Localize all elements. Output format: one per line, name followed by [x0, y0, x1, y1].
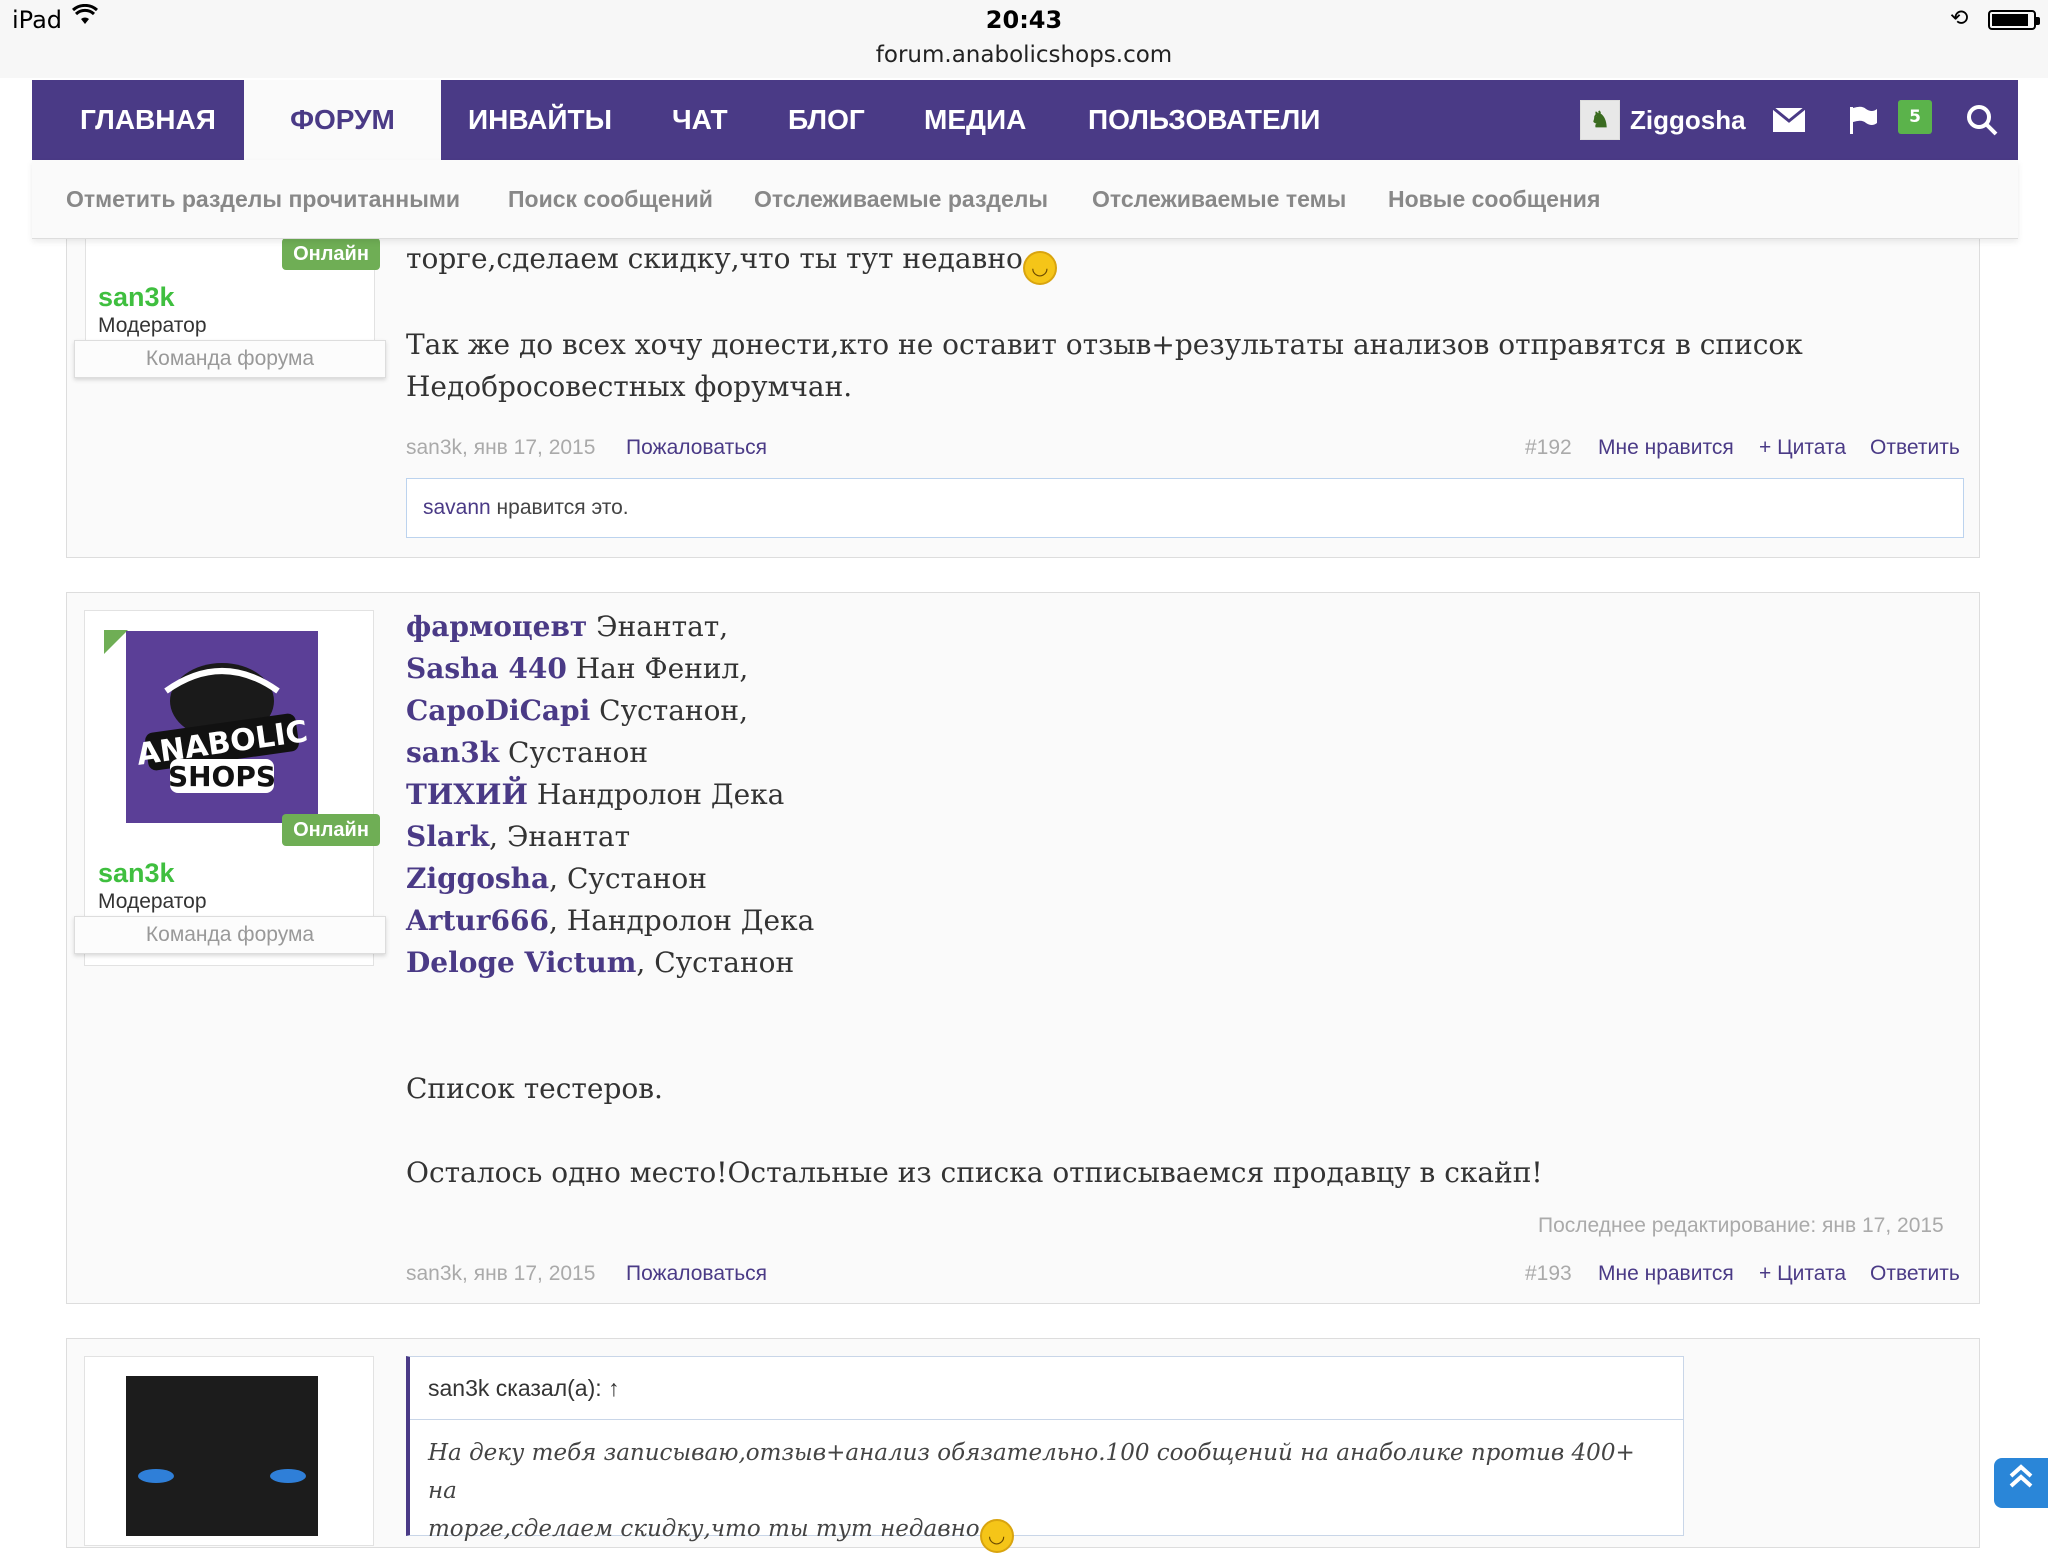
tester-name[interactable]: san3k: [406, 736, 499, 769]
tab-chat[interactable]: ЧАТ: [642, 80, 758, 160]
quote-block: san3k сказал(а): ↑ На деку тебя записыва…: [406, 1356, 1684, 1553]
like-link[interactable]: Мне нравится: [1598, 1262, 1734, 1286]
avatar[interactable]: ANABOLIC SHOPS: [126, 631, 318, 823]
tab-media[interactable]: МЕДИА: [894, 80, 1056, 160]
username[interactable]: san3k: [98, 858, 175, 889]
tester-item: Нан Фенил,: [566, 652, 749, 685]
tester-entry: Slark, Энантат: [406, 820, 630, 853]
quote-link[interactable]: + Цитата: [1759, 1262, 1846, 1286]
subnav-mark-read[interactable]: Отметить разделы прочитанными: [66, 160, 460, 238]
anabolic-shops-logo: ANABOLIC SHOPS: [135, 663, 310, 793]
user-avatar: ♞: [1580, 100, 1620, 140]
quote-line-2: торге,сделаем скидку,что ты тут недавно ◡: [428, 1510, 1665, 1553]
subnav-watched-threads[interactable]: Отслеживаемые темы: [1092, 160, 1346, 238]
search-icon[interactable]: [1966, 80, 1998, 160]
tester-entry: ТИХИЙ Нандролон Дека: [406, 778, 784, 811]
tester-name[interactable]: ТИХИЙ: [406, 778, 528, 811]
user-banner: Команда форума: [74, 340, 386, 378]
tab-users[interactable]: ПОЛЬЗОВАТЕЛИ: [1058, 80, 1350, 160]
quote-line: На деку тебя записываю,отзыв+анализ обяз…: [428, 1440, 1635, 1504]
online-badge: Онлайн: [282, 238, 380, 270]
likes-summary: savann нравится это.: [406, 478, 1964, 538]
user-title: Модератор: [98, 314, 207, 337]
message-text: торге,сделаем скидку,что ты тут недавно ◡: [406, 242, 1057, 285]
quote-body: На деку тебя записываю,отзыв+анализ обяз…: [410, 1420, 1683, 1567]
message-line: Осталось одно место!Остальные из списка …: [406, 1156, 1543, 1189]
last-edit-note: Последнее редактирование: янв 17, 2015: [1538, 1214, 1944, 1237]
report-link[interactable]: Пожаловаться: [626, 1262, 767, 1286]
tester-entry: Deloge Victum, Сустанон: [406, 946, 794, 979]
likes-text: нравится это.: [490, 496, 629, 519]
tab-forum[interactable]: ФОРУМ: [244, 80, 441, 160]
subnav-search-messages[interactable]: Поиск сообщений: [508, 160, 713, 238]
envelope-icon[interactable]: [1772, 80, 1806, 160]
subnav-new-messages[interactable]: Новые сообщения: [1388, 160, 1600, 238]
post-author-date[interactable]: san3k, янв 17, 2015: [406, 436, 595, 460]
tester-item: Сустанон: [499, 736, 649, 769]
username[interactable]: san3k: [98, 282, 175, 313]
post-number[interactable]: #193: [1525, 1262, 1572, 1286]
message-line: Так же до всех хочу донести,кто не остав…: [406, 328, 1803, 361]
double-chevron-up-icon: [2009, 1464, 2033, 1488]
tester-item: Сустанон,: [590, 694, 748, 727]
tester-item: Энантат,: [587, 610, 729, 643]
user-banner: Команда форума: [74, 916, 386, 954]
avatar[interactable]: [126, 1376, 318, 1536]
tester-entry: san3k Сустанон: [406, 736, 648, 769]
smiley-icon: ◡: [1022, 251, 1057, 285]
tester-item: , Энантат: [489, 820, 631, 853]
tab-home[interactable]: ГЛАВНАЯ: [50, 80, 246, 160]
main-nav: ГЛАВНАЯ ФОРУМ ИНВАЙТЫ ЧАТ БЛОГ МЕДИА ПОЛ…: [32, 80, 2018, 160]
user-menu[interactable]: ♞ Ziggosha: [1580, 80, 1746, 160]
flag-icon[interactable]: [1848, 80, 1878, 160]
tester-name[interactable]: CapoDiCapi: [406, 694, 590, 727]
like-link[interactable]: Мне нравится: [1598, 436, 1734, 460]
tester-name[interactable]: Deloge Victum: [406, 946, 636, 979]
quote-line: торге,сделаем скидку,что ты тут недавно: [428, 1516, 980, 1542]
logo-line2: SHOPS: [168, 760, 276, 793]
tester-name[interactable]: Artur666: [406, 904, 549, 937]
subnav-watched-forums[interactable]: Отслеживаемые разделы: [754, 160, 1048, 238]
tester-item: Нандролон Дека: [527, 778, 785, 811]
report-link[interactable]: Пожаловаться: [626, 436, 767, 460]
user-title: Модератор: [98, 890, 207, 913]
like-user-link[interactable]: savann: [423, 496, 491, 519]
tester-entry: Sasha 440 Нан Фенил,: [406, 652, 748, 685]
list-title: Список тестеров.: [406, 1072, 663, 1105]
tester-item: , Нандролон Дека: [548, 904, 815, 937]
sub-nav: Отметить разделы прочитанными Поиск сооб…: [32, 160, 2018, 239]
message-line: Недобросовестных форумчан.: [406, 370, 853, 403]
reply-link[interactable]: Ответить: [1870, 1262, 1960, 1286]
quote-link[interactable]: + Цитата: [1759, 436, 1846, 460]
tester-name[interactable]: Slark: [406, 820, 489, 853]
tester-entry: фармоцевт Энантат,: [406, 610, 728, 643]
tab-blog[interactable]: БЛОГ: [758, 80, 895, 160]
smiley-icon: ◡: [979, 1519, 1014, 1553]
tester-entry: Artur666, Нандролон Дека: [406, 904, 814, 937]
tester-entry: CapoDiCapi Сустанон,: [406, 694, 748, 727]
online-badge: Онлайн: [282, 814, 380, 846]
reply-link[interactable]: Ответить: [1870, 436, 1960, 460]
wolf-avatar-image: [138, 1469, 306, 1483]
tester-entry: Ziggosha, Сустанон: [406, 862, 707, 895]
alerts-badge[interactable]: 5: [1898, 100, 1932, 134]
nav-username: Ziggosha: [1630, 104, 1746, 135]
scroll-to-top-button[interactable]: [1994, 1458, 2048, 1508]
post-number[interactable]: #192: [1525, 436, 1572, 460]
tab-invites[interactable]: ИНВАЙТЫ: [438, 80, 642, 160]
online-corner-indicator: [104, 630, 128, 654]
tester-item: , Сустанон: [636, 946, 795, 979]
tester-name[interactable]: Ziggosha: [406, 862, 549, 895]
message-line: торге,сделаем скидку,что ты тут недавно: [406, 242, 1023, 275]
tester-name[interactable]: фармоцевт: [406, 610, 587, 643]
post-author-date[interactable]: san3k, янв 17, 2015: [406, 1262, 595, 1286]
tester-item: , Сустанон: [549, 862, 707, 895]
quote-header[interactable]: san3k сказал(а): ↑: [410, 1357, 1683, 1420]
tester-name[interactable]: Sasha 440: [406, 652, 567, 685]
